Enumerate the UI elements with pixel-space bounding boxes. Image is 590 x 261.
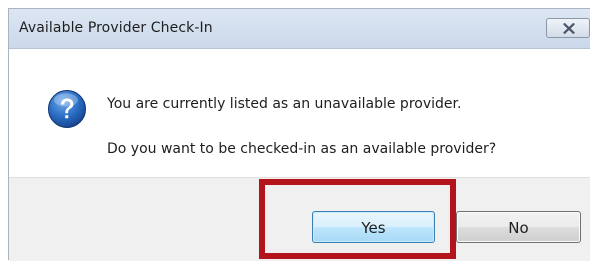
close-icon bbox=[563, 23, 575, 34]
message-line-1: You are currently listed as an unavailab… bbox=[107, 96, 462, 112]
message-line-2: Do you want to be checked-in as an avail… bbox=[107, 141, 497, 157]
close-button[interactable] bbox=[546, 18, 590, 38]
window-title: Available Provider Check-In bbox=[19, 20, 213, 36]
highlight-annotation-box bbox=[259, 179, 456, 259]
dialog-content: You are currently listed as an unavailab… bbox=[9, 49, 590, 177]
question-icon bbox=[48, 90, 86, 128]
no-button[interactable]: No bbox=[456, 211, 581, 243]
title-bar[interactable]: Available Provider Check-In bbox=[9, 9, 590, 49]
